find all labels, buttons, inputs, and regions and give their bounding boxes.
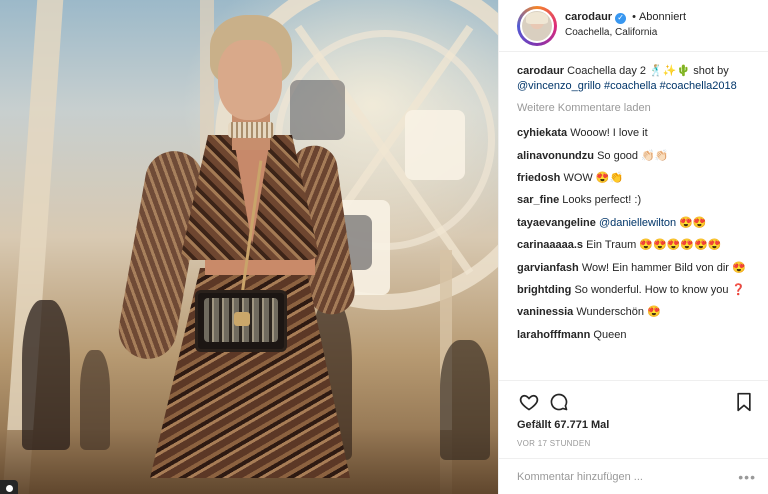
comment: cyhiekata Wooow! I love it xyxy=(517,126,756,141)
crowd-figure xyxy=(440,340,490,460)
header-text: carodaur ✓ • Abonniert Coachella, Califo… xyxy=(565,10,686,40)
comment-username[interactable]: friedosh xyxy=(517,172,560,184)
post-timestamp[interactable]: VOR 17 STUNDEN xyxy=(517,439,756,448)
comment-username[interactable]: garvianfash xyxy=(517,262,579,274)
post-side-panel: carodaur ✓ • Abonniert Coachella, Califo… xyxy=(498,0,768,494)
comment-username[interactable]: carinaaaaa.s xyxy=(517,239,583,251)
comment: larahofffmann Queen xyxy=(517,328,756,343)
action-icons xyxy=(517,389,756,415)
handbag-clasp xyxy=(234,312,250,326)
comments-list: carodaur Coachella day 2 🕺🏼✨🌵 shot by @v… xyxy=(499,52,768,380)
comment-text: Wunderschön 😍 xyxy=(576,306,661,319)
crowd-figure xyxy=(22,300,70,450)
post-photo[interactable] xyxy=(0,0,498,494)
comment-text: Ein Traum 😍😍😍😍😍😍 xyxy=(586,239,722,252)
avatar[interactable] xyxy=(520,8,554,43)
user-tag-icon[interactable] xyxy=(0,480,18,494)
comment-input[interactable] xyxy=(517,470,727,483)
hashtag-link[interactable]: #coachella2018 xyxy=(660,80,737,92)
comment-text: WOW 😍👏 xyxy=(563,171,624,184)
comment-text: Looks perfect! :) xyxy=(562,194,642,207)
comment: vaninessia Wunderschön 😍 xyxy=(517,305,756,320)
comment-text: So wonderful. How to know you ❓ xyxy=(574,283,746,296)
likes-count[interactable]: Gefällt 67.771 Mal xyxy=(517,419,756,431)
crowd-figure xyxy=(80,350,110,450)
more-options-icon[interactable]: ••• xyxy=(738,469,756,485)
comment: sar_fine Looks perfect! :) xyxy=(517,193,756,208)
post-caption: carodaur Coachella day 2 🕺🏼✨🌵 shot by @v… xyxy=(517,64,756,95)
woman-figure xyxy=(110,10,360,494)
comment: alinavonundzu So good 👏🏻👏🏻 xyxy=(517,149,756,164)
comment-username[interactable]: tayaevangeline xyxy=(517,217,596,229)
user-line: carodaur ✓ • Abonniert xyxy=(565,10,686,26)
comment: garvianfash Wow! Ein hammer Bild von dir… xyxy=(517,261,756,276)
comment-text: Wooow! I love it xyxy=(570,127,648,140)
caption-text: Coachella day 2 🕺🏼✨🌵 shot by xyxy=(567,65,729,77)
comment: carinaaaaa.s Ein Traum 😍😍😍😍😍😍 xyxy=(517,238,756,253)
mention-link[interactable]: @vincenzo_grillo xyxy=(517,80,601,92)
post-header: carodaur ✓ • Abonniert Coachella, Califo… xyxy=(499,0,768,52)
comment-username[interactable]: larahofffmann xyxy=(517,329,590,341)
heart-icon[interactable] xyxy=(517,390,541,414)
comment-text: @daniellewilton 😍😍 xyxy=(598,216,707,229)
comment-username[interactable]: sar_fine xyxy=(517,194,559,206)
comment-text: So good 👏🏻👏🏻 xyxy=(597,149,669,162)
comment-username[interactable]: alinavonundzu xyxy=(517,150,594,162)
author-username[interactable]: carodaur xyxy=(565,10,612,26)
comment-text: Queen xyxy=(593,328,627,341)
post-actions: Gefällt 67.771 Mal VOR 17 STUNDEN xyxy=(499,380,768,458)
gondola xyxy=(405,110,465,180)
comment-username[interactable]: brightding xyxy=(517,284,571,296)
add-comment-bar: ••• xyxy=(499,458,768,494)
comment-text: Wow! Ein hammer Bild von dir 😍 xyxy=(581,261,746,274)
comment: friedosh WOW 😍👏 xyxy=(517,171,756,186)
instagram-post: carodaur ✓ • Abonniert Coachella, Califo… xyxy=(0,0,768,494)
comment-username[interactable]: vaninessia xyxy=(517,306,573,318)
comment-username[interactable]: cyhiekata xyxy=(517,127,567,139)
face xyxy=(218,40,282,120)
comment: brightding So wonderful. How to know you… xyxy=(517,283,756,298)
location-link[interactable]: Coachella, California xyxy=(565,26,686,41)
story-ring[interactable] xyxy=(517,5,557,46)
load-more-comments-button[interactable]: Weitere Kommentare laden xyxy=(517,101,756,116)
comment-icon[interactable] xyxy=(547,390,571,414)
bookmark-icon[interactable] xyxy=(732,390,756,414)
comment: tayaevangeline @daniellewilton 😍😍 xyxy=(517,216,756,231)
separator-dot: • xyxy=(632,11,636,24)
follow-button[interactable]: Abonniert xyxy=(639,10,686,26)
hashtag-link[interactable]: #coachella xyxy=(604,80,657,92)
verified-icon: ✓ xyxy=(615,12,627,24)
necklace xyxy=(228,122,274,138)
caption-username[interactable]: carodaur xyxy=(517,65,564,77)
